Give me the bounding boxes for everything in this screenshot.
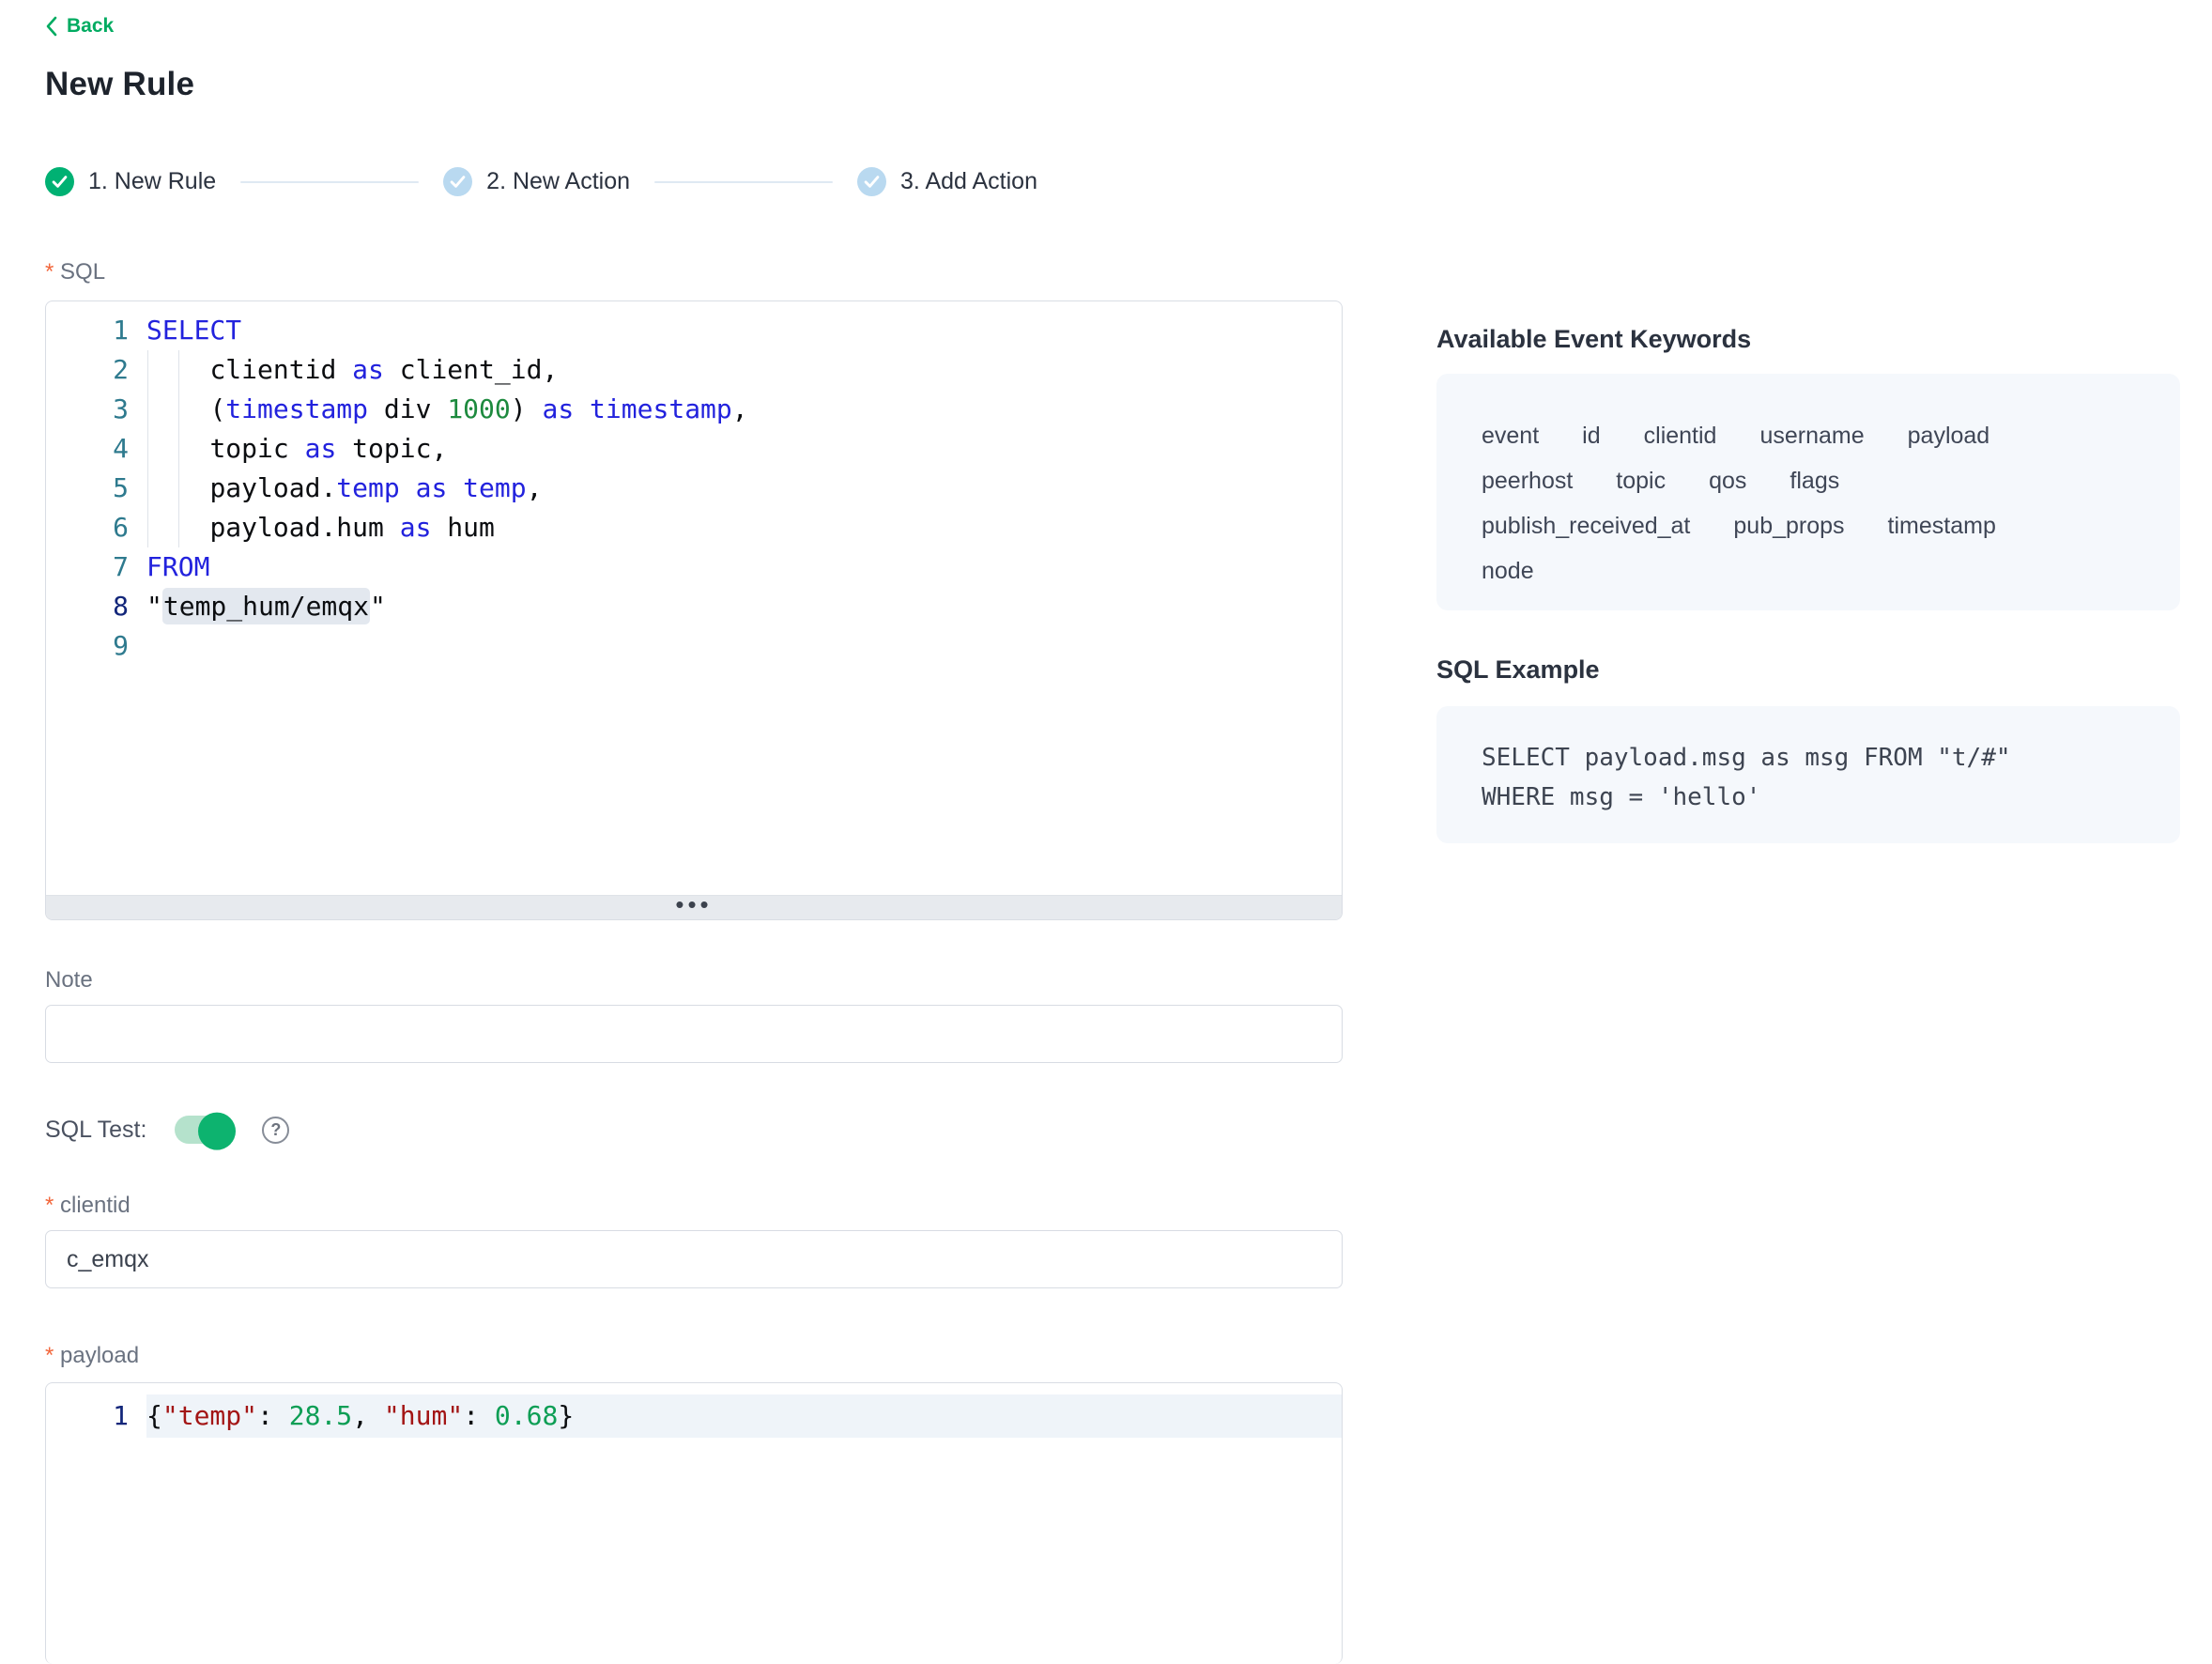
step-2: 2. New Action [443, 167, 630, 196]
code-line: 3 (timestamp div 1000) as timestamp, [46, 390, 1342, 429]
sql-example-line: WHERE msg = 'hello' [1482, 778, 2135, 817]
sql-editor-content[interactable]: 1SELECT2 clientid as client_id,3 (timest… [46, 301, 1342, 895]
code-line: 7FROM [46, 547, 1342, 587]
line-code: (timestamp div 1000) as timestamp, [146, 390, 1342, 429]
keyword-row: publish_received_at pub_props timestamp [1482, 503, 2135, 548]
editor-resize-handle[interactable]: ••• [46, 895, 1342, 919]
code-line: 9 [46, 626, 1342, 666]
keyword-node: node [1482, 558, 1534, 585]
code-line: 8"temp_hum/emqx" [46, 587, 1342, 626]
sql-code-editor[interactable]: 1SELECT2 clientid as client_id,3 (timest… [45, 300, 1343, 920]
keyword-id: id [1582, 423, 1600, 450]
code-line: 1{"temp": 28.5, "hum": 0.68} [46, 1394, 1342, 1438]
event-keywords-title: Available Event Keywords [1436, 325, 1751, 354]
line-number: 8 [46, 587, 146, 626]
resize-dots-icon: ••• [675, 900, 712, 917]
keyword-username: username [1759, 423, 1864, 450]
keyword-clientid: clientid [1644, 423, 1717, 450]
note-field-label: Note [45, 967, 93, 994]
note-input[interactable] [45, 1005, 1343, 1063]
sql-test-label: SQL Test: [45, 1117, 146, 1144]
sql-example-line: SELECT payload.msg as msg FROM "t/#" [1482, 738, 2135, 778]
keyword-timestamp: timestamp [1888, 513, 1996, 540]
line-number: 1 [46, 1394, 146, 1438]
line-code: payload.temp as temp, [146, 469, 1342, 508]
keyword-event: event [1482, 423, 1539, 450]
payload-field-label: payload [45, 1343, 139, 1369]
keyword-payload: payload [1908, 423, 1990, 450]
payload-editor-content[interactable]: 1{"temp": 28.5, "hum": 0.68} [46, 1383, 1342, 1438]
sql-field-label: SQL [45, 259, 105, 285]
step-1: 1. New Rule [45, 167, 216, 196]
line-code [146, 626, 1342, 666]
chevron-left-icon [45, 15, 58, 38]
line-number: 5 [46, 469, 146, 508]
clientid-field-label: clientid [45, 1193, 131, 1219]
step-label: 1. New Rule [88, 168, 216, 195]
payload-code-editor[interactable]: 1{"temp": 28.5, "hum": 0.68} [45, 1382, 1343, 1664]
code-line: 4 topic as topic, [46, 429, 1342, 469]
step-connector [240, 181, 419, 183]
line-number: 6 [46, 508, 146, 547]
clientid-input[interactable] [45, 1230, 1343, 1288]
keyword-topic: topic [1616, 468, 1666, 495]
keyword-row: peerhost topic qos flags [1482, 458, 2135, 503]
toggle-knob [198, 1113, 236, 1150]
step-check-icon [45, 167, 74, 196]
page-title: New Rule [45, 66, 194, 103]
line-code: topic as topic, [146, 429, 1342, 469]
sql-example-panel: SELECT payload.msg as msg FROM "t/#"WHER… [1436, 706, 2180, 843]
code-line: 1SELECT [46, 311, 1342, 350]
line-code: SELECT [146, 311, 1342, 350]
keyword-peerhost: peerhost [1482, 468, 1573, 495]
step-label: 3. Add Action [900, 168, 1037, 195]
sql-example-title: SQL Example [1436, 655, 1600, 685]
line-number: 3 [46, 390, 146, 429]
line-number: 4 [46, 429, 146, 469]
line-number: 9 [46, 626, 146, 666]
keyword-row: event id clientid username payload [1482, 413, 2135, 458]
sql-test-toggle[interactable] [175, 1116, 234, 1144]
code-line: 5 payload.temp as temp, [46, 469, 1342, 508]
line-code: FROM [146, 547, 1342, 587]
code-line: 6 payload.hum as hum [46, 508, 1342, 547]
line-number: 1 [46, 311, 146, 350]
event-keywords-panel: event id clientid username payload peerhost to… [1436, 374, 2180, 610]
step-label: 2. New Action [486, 168, 630, 195]
wizard-stepper: 1. New Rule 2. New Action 3. Add Action [45, 167, 1037, 196]
step-check-icon [857, 167, 886, 196]
back-label: Back [67, 15, 114, 38]
step-connector [654, 181, 833, 183]
keyword-row: node [1482, 548, 2135, 593]
line-number: 2 [46, 350, 146, 390]
keyword-pub_props: pub_props [1733, 513, 1844, 540]
keyword-qos: qos [1709, 468, 1746, 495]
step-3: 3. Add Action [857, 167, 1037, 196]
keyword-publish_received_at: publish_received_at [1482, 513, 1690, 540]
line-code: payload.hum as hum [146, 508, 1342, 547]
line-code: {"temp": 28.5, "hum": 0.68} [146, 1394, 1342, 1438]
line-code: clientid as client_id, [146, 350, 1342, 390]
line-number: 7 [46, 547, 146, 587]
help-icon[interactable]: ? [262, 1117, 289, 1144]
line-code: "temp_hum/emqx" [146, 587, 1342, 626]
back-link[interactable]: Back [45, 15, 114, 38]
code-line: 2 clientid as client_id, [46, 350, 1342, 390]
step-check-icon [443, 167, 472, 196]
keyword-flags: flags [1790, 468, 1839, 495]
